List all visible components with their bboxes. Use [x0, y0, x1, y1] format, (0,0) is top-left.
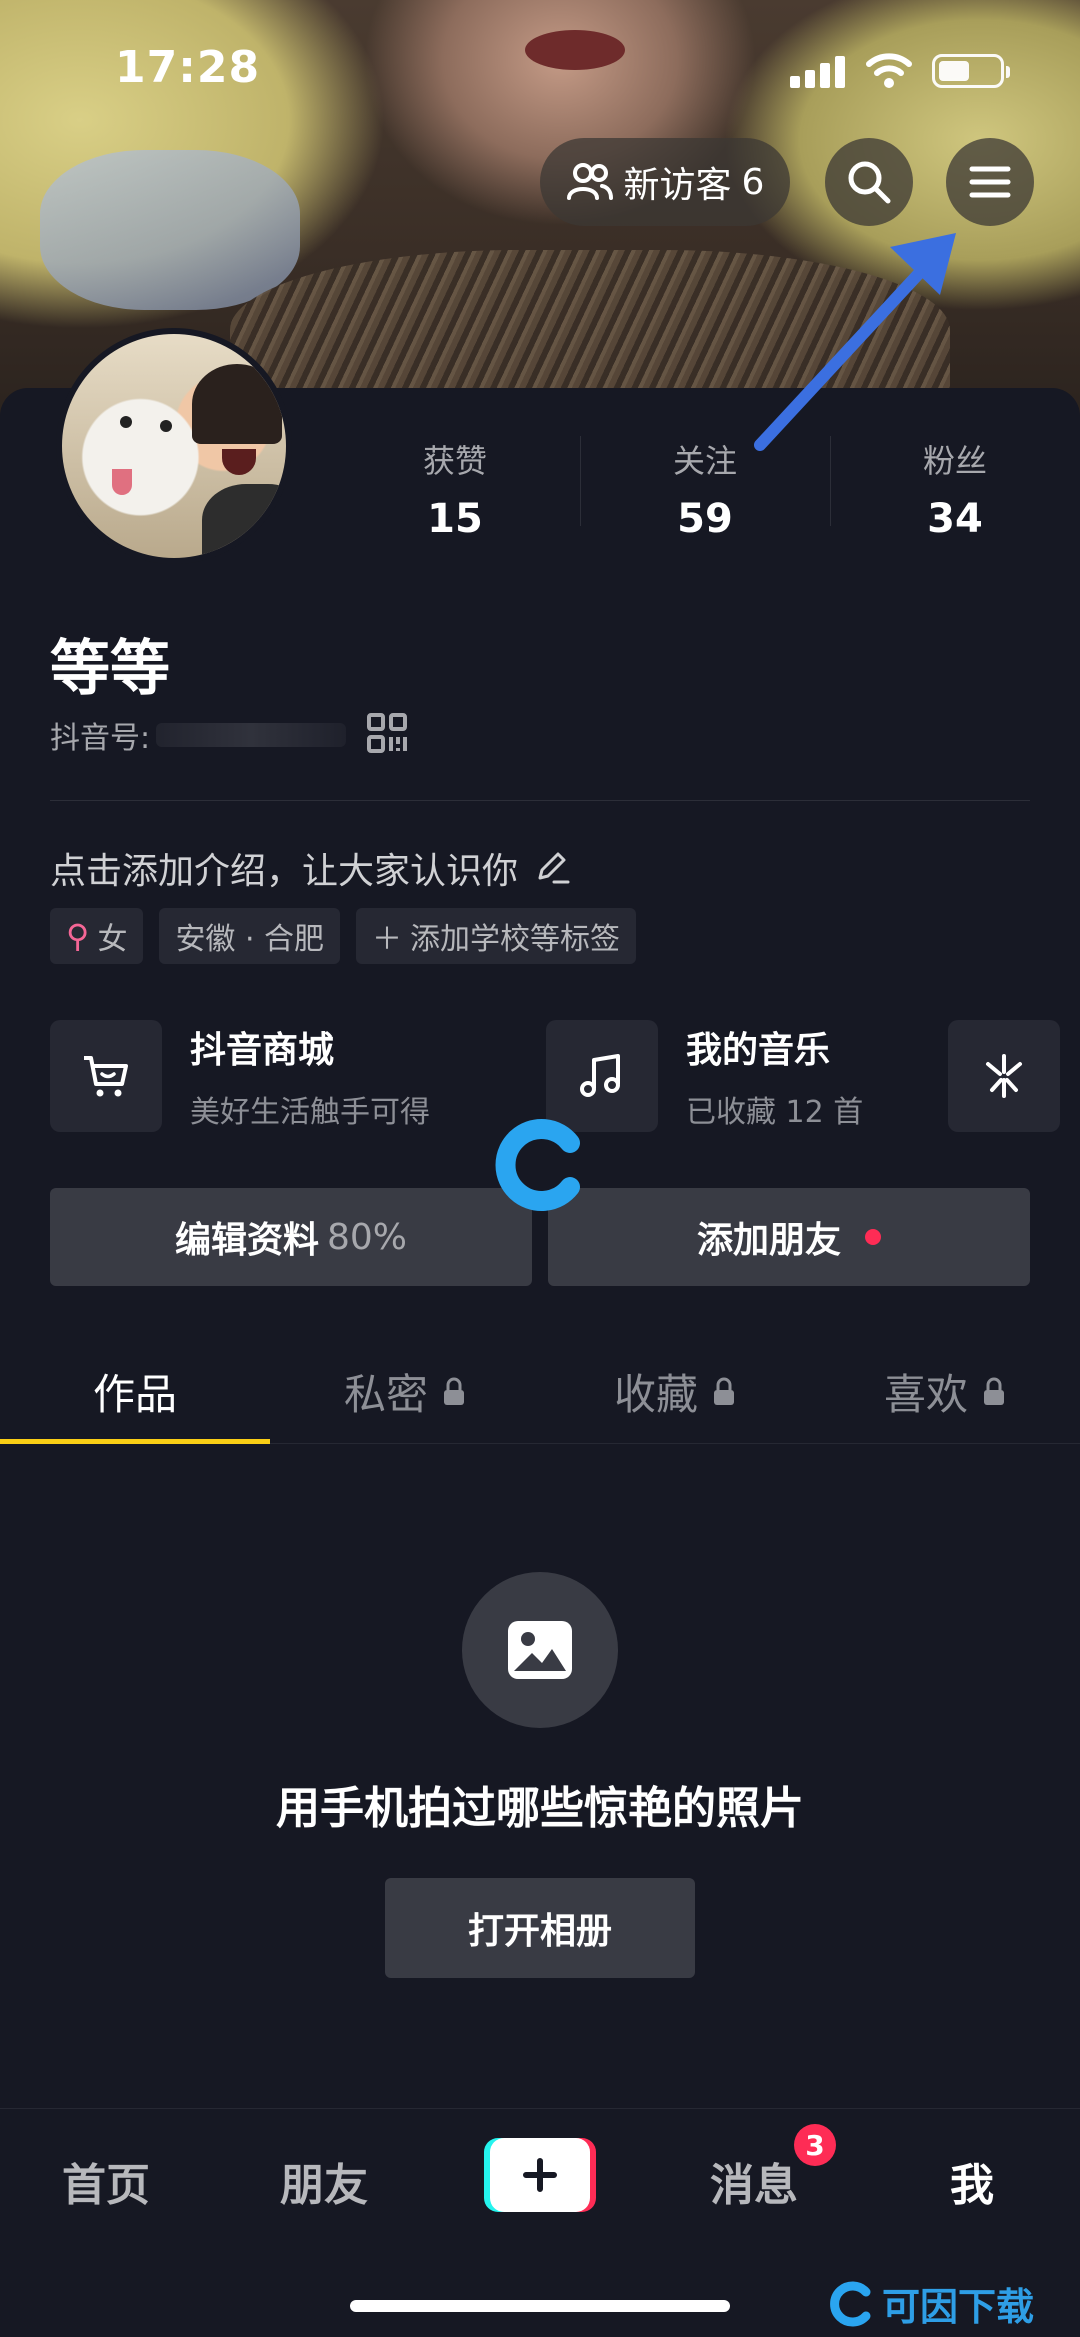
new-visitors-label: 新访客 — [623, 165, 732, 206]
empty-state-text: 用手机拍过哪些惊艳的照片 — [276, 1783, 804, 1834]
wifi-icon — [866, 53, 912, 88]
add-friends-button[interactable]: 添加朋友 — [548, 1188, 1030, 1286]
bio-placeholder: 点击添加介绍，让大家认识你 — [50, 851, 519, 892]
home-indicator[interactable] — [350, 2300, 730, 2312]
menu-button[interactable] — [946, 138, 1034, 226]
tab-private[interactable]: 私密 — [270, 1340, 540, 1443]
tab-works-label: 作品 — [92, 1370, 177, 1419]
qr-code-icon[interactable] — [366, 712, 408, 754]
nav-messages[interactable]: 消息 — [710, 2149, 798, 2213]
douyin-id-label: 抖音号: — [50, 721, 151, 756]
status-bar: 17:28 — [0, 0, 1080, 130]
nav-friends[interactable]: 朋友 — [280, 2149, 368, 2213]
tab-favorites[interactable]: 收藏 — [540, 1340, 810, 1443]
watermark-c-icon — [830, 2281, 871, 2326]
cellular-signal-icon — [790, 56, 846, 88]
tab-likes[interactable]: 喜欢 — [810, 1340, 1080, 1443]
tab-favorites-label: 收藏 — [613, 1370, 698, 1419]
messages-badge: 3 — [794, 2124, 836, 2166]
battery-icon — [932, 54, 1010, 88]
stat-likes-label: 获赞 — [422, 442, 487, 480]
status-time: 17:28 — [115, 42, 261, 93]
stat-following-label: 关注 — [672, 442, 737, 480]
shortcut-row: 抖音商城 美好生活触手可得 我的音乐 已收藏 12 首 — [50, 1020, 1080, 1132]
bio-edit[interactable]: 点击添加介绍，让大家认识你 — [50, 842, 572, 894]
douyin-id[interactable]: 抖音号: — [50, 713, 347, 757]
new-visitors-button[interactable]: 新访客 6 — [540, 138, 790, 226]
nav-me[interactable]: 我 — [950, 2149, 994, 2213]
profile-nickname: 等等 — [50, 634, 170, 704]
edit-profile-percent: 80% — [327, 1216, 408, 1258]
avatar[interactable] — [56, 328, 292, 564]
tab-private-label: 私密 — [343, 1370, 428, 1419]
stat-followers-label: 粉丝 — [922, 442, 987, 480]
music-note-icon — [546, 1020, 658, 1132]
watermark-text: 可因下载 — [882, 2285, 1035, 2329]
shortcut-mall-title: 抖音商城 — [190, 1030, 335, 1071]
female-icon: ⚲ — [66, 917, 90, 955]
shortcut-mall-subtitle: 美好生活触手可得 — [190, 1095, 430, 1130]
profile-tags: ⚲ 女 安徽 · 合肥 ＋ 添加学校等标签 — [50, 908, 637, 964]
open-album-button[interactable]: 打开相册 — [385, 1878, 695, 1978]
empty-state-photo-icon — [462, 1572, 618, 1728]
asterisk-icon — [948, 1020, 1060, 1132]
tag-gender[interactable]: ⚲ 女 — [50, 908, 144, 964]
watermark-site: 可因下载 — [826, 2276, 1034, 2331]
notification-dot — [865, 1229, 881, 1245]
tag-add-school[interactable]: ＋ 添加学校等标签 — [356, 908, 637, 964]
shortcut-music[interactable]: 我的音乐 已收藏 12 首 — [546, 1020, 863, 1132]
open-album-label: 打开相册 — [467, 1911, 612, 1952]
stat-followers[interactable]: 粉丝 34 — [830, 436, 1080, 542]
content-tabs: 作品 私密 收藏 喜欢 — [0, 1340, 1080, 1444]
create-post-button[interactable] — [484, 2138, 596, 2212]
plus-icon: ＋ — [372, 922, 403, 957]
edit-profile-button[interactable]: 编辑资料 80% — [50, 1188, 532, 1286]
tag-add-school-label: 添加学校等标签 — [410, 922, 621, 957]
visitors-icon — [566, 163, 613, 200]
plus-icon — [523, 2158, 557, 2192]
new-visitors-count: 6 — [741, 161, 765, 203]
tag-location[interactable]: 安徽 · 合肥 — [159, 908, 341, 964]
shortcut-more[interactable] — [948, 1020, 1060, 1132]
tab-works[interactable]: 作品 — [0, 1340, 270, 1444]
lock-icon — [714, 1377, 734, 1405]
stat-following[interactable]: 关注 59 — [580, 436, 830, 542]
tag-location-label: 安徽 · 合肥 — [175, 922, 325, 957]
nav-home[interactable]: 首页 — [62, 2149, 150, 2213]
cover-pillow — [40, 150, 300, 310]
pencil-edit-icon — [538, 852, 570, 884]
stat-followers-value: 34 — [927, 496, 983, 542]
watermark-logo — [495, 1119, 580, 1211]
lock-icon — [444, 1377, 464, 1405]
shortcut-mall[interactable]: 抖音商城 美好生活触手可得 — [50, 1020, 430, 1132]
tab-likes-label: 喜欢 — [883, 1370, 968, 1419]
profile-stats: 获赞 15 关注 59 粉丝 34 — [330, 436, 1080, 542]
lock-icon — [984, 1377, 1004, 1405]
add-friends-label: 添加朋友 — [696, 1220, 841, 1261]
search-button[interactable] — [825, 138, 913, 226]
search-icon — [848, 161, 891, 204]
stat-following-value: 59 — [677, 496, 733, 542]
shopping-cart-icon — [50, 1020, 162, 1132]
shortcut-music-title: 我的音乐 — [686, 1030, 831, 1071]
stat-likes-value: 15 — [427, 496, 483, 542]
hamburger-menu-icon — [969, 166, 1011, 198]
edit-profile-label: 编辑资料 — [174, 1220, 319, 1261]
tag-gender-label: 女 — [97, 922, 128, 957]
douyin-id-redacted — [156, 723, 347, 747]
profile-divider — [50, 800, 1030, 801]
shortcut-music-subtitle: 已收藏 12 首 — [686, 1095, 864, 1130]
stat-likes[interactable]: 获赞 15 — [330, 436, 580, 542]
